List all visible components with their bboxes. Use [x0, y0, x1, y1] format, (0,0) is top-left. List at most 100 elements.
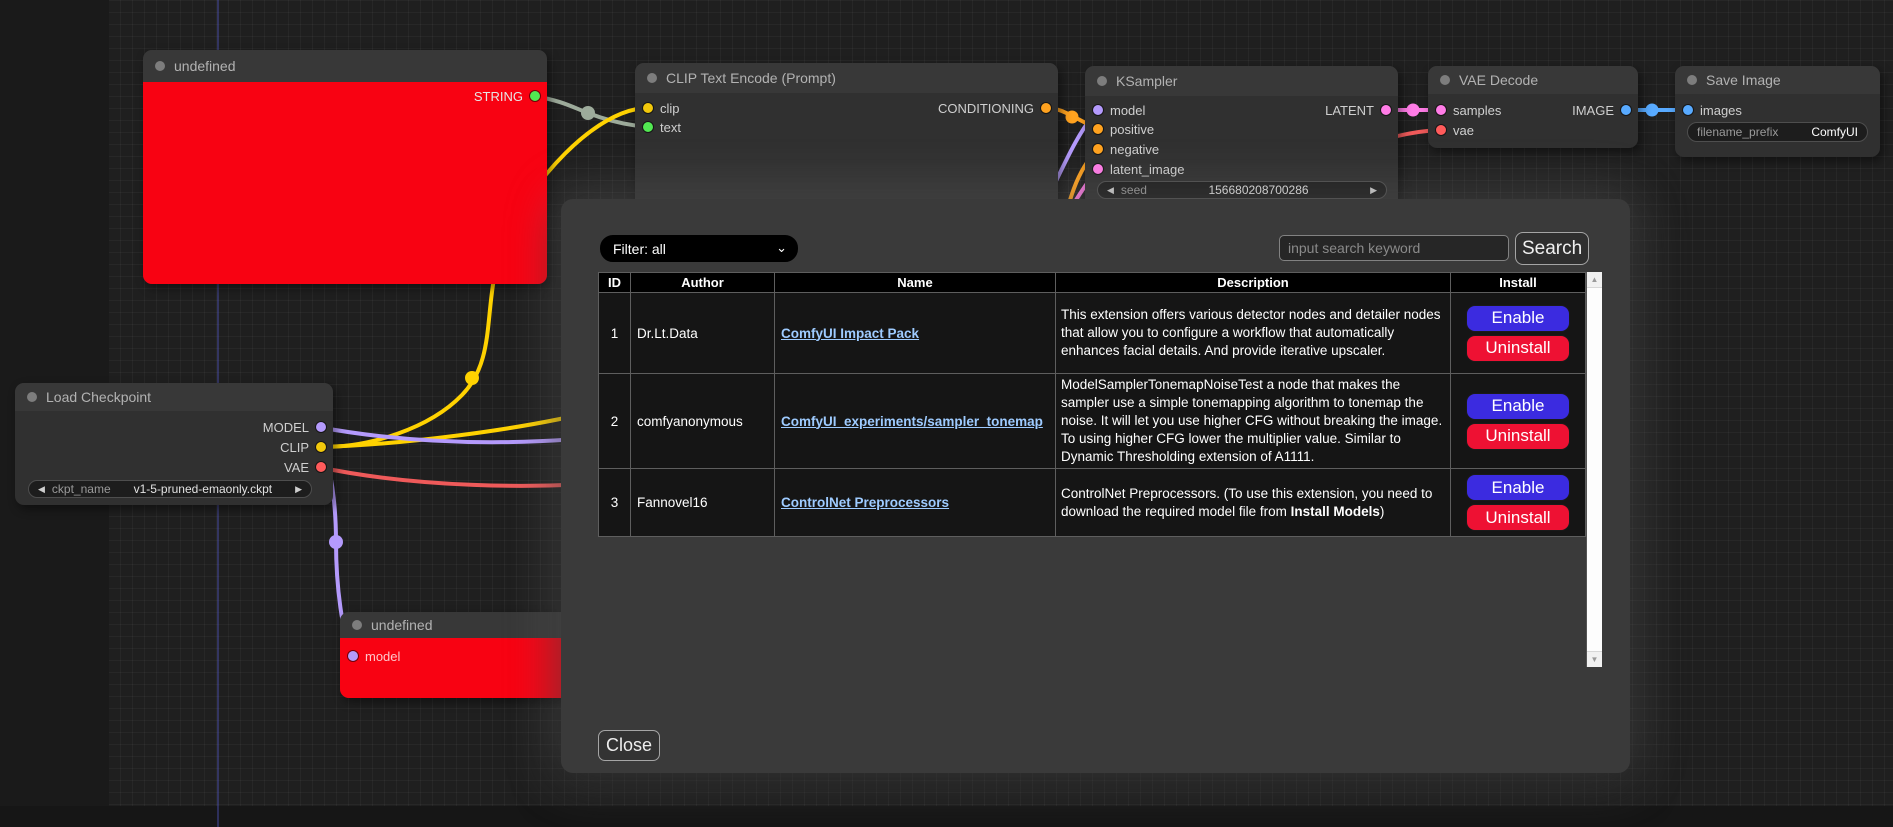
close-button[interactable]: Close — [598, 730, 660, 761]
search-button[interactable]: Search — [1515, 232, 1589, 265]
input-port-label: samples — [1453, 103, 1501, 118]
enable-button[interactable]: Enable — [1466, 474, 1570, 501]
scroll-down-icon[interactable]: ▼ — [1587, 652, 1602, 667]
node-header[interactable]: undefined — [143, 50, 547, 82]
output-port-string[interactable] — [530, 91, 540, 101]
collapse-dot-icon[interactable] — [27, 392, 37, 402]
extension-name-link[interactable]: ComfyUI_experiments/sampler_tonemap — [781, 414, 1043, 429]
collapse-dot-icon[interactable] — [1097, 76, 1107, 86]
input-port-row-model: model — [348, 648, 400, 664]
collapse-dot-icon[interactable] — [1440, 75, 1450, 85]
output-port-label: STRING — [474, 89, 523, 104]
output-port-label: IMAGE — [1572, 103, 1614, 118]
output-port-model[interactable] — [316, 422, 326, 432]
output-port-label: VAE — [284, 460, 309, 475]
seed-widget[interactable]: ◀ seed 156680208700286 ▶ — [1097, 181, 1387, 199]
input-port-label: negative — [1110, 142, 1159, 157]
input-port-vae[interactable] — [1436, 125, 1446, 135]
node-header[interactable]: Save Image — [1675, 66, 1880, 94]
input-port-text[interactable] — [643, 122, 653, 132]
node-vae-decode[interactable]: VAE Decode samples vae IMAGE — [1428, 66, 1638, 148]
input-port-row-negative: negative — [1093, 141, 1159, 157]
extension-install-cell: Enable Uninstall — [1451, 293, 1586, 374]
reroute-dot-latent[interactable] — [1407, 104, 1420, 117]
node-header[interactable]: CLIP Text Encode (Prompt) — [635, 63, 1058, 93]
widget-value: 156680208700286 — [1208, 183, 1308, 197]
output-port-row-latent: LATENT — [1325, 102, 1391, 118]
input-port-positive[interactable] — [1093, 124, 1103, 134]
input-port-label: model — [1110, 103, 1145, 118]
reroute-dot-model[interactable] — [329, 535, 343, 549]
input-port-row-positive: positive — [1093, 121, 1154, 137]
next-arrow-icon[interactable]: ▶ — [295, 485, 302, 494]
extension-row: 1Dr.Lt.DataComfyUI Impact PackThis exten… — [599, 293, 1586, 374]
widget-value: v1-5-pruned-emaonly.ckpt — [134, 482, 273, 496]
input-port-images[interactable] — [1683, 105, 1693, 115]
input-port-label: model — [365, 649, 400, 664]
node-load-checkpoint[interactable]: Load Checkpoint MODEL CLIP VAE ◀ ckpt_na… — [15, 383, 333, 505]
collapse-dot-icon[interactable] — [1687, 75, 1697, 85]
reroute-dot-conditioning[interactable] — [1066, 111, 1079, 124]
node-header[interactable]: VAE Decode — [1428, 66, 1638, 94]
input-port-label: latent_image — [1110, 162, 1184, 177]
input-port-model[interactable] — [348, 651, 358, 661]
header-install: Install — [1451, 273, 1586, 293]
input-port-row-samples: samples — [1436, 102, 1501, 118]
reroute-dot-string[interactable] — [581, 106, 595, 120]
extension-description-cell: ControlNet Preprocessors. (To use this e… — [1056, 469, 1451, 537]
node-title: Save Image — [1706, 72, 1781, 88]
extension-name-cell: ControlNet Preprocessors — [775, 469, 1056, 537]
uninstall-button[interactable]: Uninstall — [1466, 504, 1570, 531]
node-title: CLIP Text Encode (Prompt) — [666, 70, 836, 86]
enable-button[interactable]: Enable — [1466, 305, 1570, 332]
collapse-dot-icon[interactable] — [352, 620, 362, 630]
input-port-label: images — [1700, 103, 1742, 118]
extension-table-container: ID Author Name Description Install 1Dr.L… — [598, 272, 1602, 667]
input-port-clip[interactable] — [643, 103, 653, 113]
decrement-arrow-icon[interactable]: ◀ — [1107, 186, 1114, 195]
collapse-dot-icon[interactable] — [155, 61, 165, 71]
search-input[interactable] — [1279, 235, 1509, 261]
table-scrollbar[interactable]: ▲ ▼ — [1586, 272, 1602, 667]
scrollbar-thumb[interactable] — [1587, 287, 1602, 652]
output-port-vae[interactable] — [316, 462, 326, 472]
extension-install-cell: Enable Uninstall — [1451, 469, 1586, 537]
node-header[interactable]: KSampler — [1085, 66, 1398, 96]
input-port-label: positive — [1110, 122, 1154, 137]
comfyui-app: undefined STRING CLIP Text Encode (Promp… — [0, 0, 1893, 827]
node-save-image[interactable]: Save Image images filename_prefix ComfyU… — [1675, 66, 1880, 157]
input-port-latent-image[interactable] — [1093, 164, 1103, 174]
increment-arrow-icon[interactable]: ▶ — [1370, 186, 1377, 195]
header-description: Description — [1056, 273, 1451, 293]
input-port-model[interactable] — [1093, 105, 1103, 115]
collapse-dot-icon[interactable] — [647, 73, 657, 83]
filter-select[interactable]: Filter: all — [600, 235, 798, 262]
output-port-clip[interactable] — [316, 442, 326, 452]
header-author: Author — [631, 273, 775, 293]
input-port-row-images: images — [1683, 102, 1742, 118]
node-undefined-top[interactable]: undefined STRING — [143, 50, 547, 284]
prev-arrow-icon[interactable]: ◀ — [38, 485, 45, 494]
reroute-dot-image[interactable] — [1646, 104, 1659, 117]
output-port-conditioning[interactable] — [1041, 103, 1051, 113]
output-port-latent[interactable] — [1381, 105, 1391, 115]
uninstall-button[interactable]: Uninstall — [1466, 335, 1570, 362]
extension-name-link[interactable]: ControlNet Preprocessors — [781, 495, 949, 510]
output-port-image[interactable] — [1621, 105, 1631, 115]
filename-prefix-widget[interactable]: filename_prefix ComfyUI — [1687, 122, 1868, 142]
node-title: Load Checkpoint — [46, 389, 151, 405]
input-port-row-text: text — [643, 119, 681, 135]
extension-name-link[interactable]: ComfyUI Impact Pack — [781, 326, 919, 341]
output-port-row-clip: CLIP — [280, 439, 326, 455]
extension-name-cell: ComfyUI_experiments/sampler_tonemap — [775, 374, 1056, 469]
reroute-dot-clip[interactable] — [465, 371, 479, 385]
uninstall-button[interactable]: Uninstall — [1466, 423, 1570, 450]
scroll-up-icon[interactable]: ▲ — [1587, 272, 1602, 287]
ckpt-name-widget[interactable]: ◀ ckpt_name v1-5-pruned-emaonly.ckpt ▶ — [28, 480, 312, 498]
enable-button[interactable]: Enable — [1466, 393, 1570, 420]
input-port-samples[interactable] — [1436, 105, 1446, 115]
node-header[interactable]: Load Checkpoint — [15, 383, 333, 411]
header-id: ID — [599, 273, 631, 293]
input-port-negative[interactable] — [1093, 144, 1103, 154]
extension-row: 3Fannovel16ControlNet PreprocessorsContr… — [599, 469, 1586, 537]
